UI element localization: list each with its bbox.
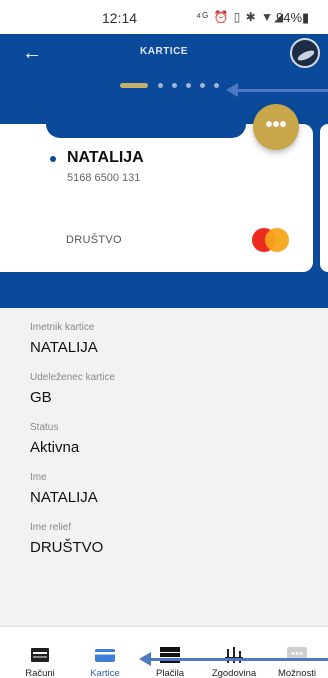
avatar[interactable] — [290, 38, 320, 68]
annotation-arrow-head — [139, 652, 151, 666]
page-title: KARTICE — [140, 46, 188, 57]
detail-value: NATALIJA — [30, 489, 98, 506]
detail-label: Ime — [30, 472, 47, 483]
pager-dot[interactable] — [214, 83, 219, 88]
detail-value: DRUŠTVO — [30, 539, 104, 556]
header: ← KARTICE NATALIJA 5168 6500 131 DRUŠTVO… — [0, 34, 328, 308]
accounts-icon — [31, 648, 49, 662]
next-card-peek[interactable] — [320, 124, 328, 272]
status-icons: ⁴ᴳ ⏰ ▯ ✱ ▼◢ — [196, 10, 285, 24]
detail-label: Ime relief — [30, 522, 72, 533]
status-bar: 12:14 ⁴ᴳ ⏰ ▯ ✱ ▼◢ 94%▮ — [0, 0, 328, 34]
card-icon — [95, 649, 115, 662]
nav-item-kartice[interactable]: Kartice — [75, 627, 135, 678]
detail-value: Aktivna — [30, 439, 80, 456]
nav-item-zgodovina[interactable]: Zgodovina — [204, 627, 264, 678]
mastercard-logo-icon — [252, 228, 292, 252]
card-more-button[interactable]: ••• — [253, 104, 299, 150]
card-details: Imetnik kartice NATALIJA Udeleženec kart… — [0, 308, 328, 626]
card-holder-name: NATALIJA — [67, 149, 144, 166]
card-number: 5168 6500 131 — [67, 172, 141, 184]
status-time: 12:14 — [102, 10, 138, 26]
nav-item-moznosti[interactable]: Možnosti — [267, 627, 327, 678]
nav-label: Plačila — [156, 668, 184, 678]
nav-label: Možnosti — [277, 668, 316, 678]
detail-status: Status Aktivna — [30, 422, 79, 456]
card-notch — [46, 124, 246, 138]
detail-label: Imetnik kartice — [30, 322, 95, 333]
pager-dot[interactable] — [200, 83, 205, 88]
nav-item-racuni[interactable]: Računi — [10, 627, 70, 678]
battery-indicator: 94%▮ — [276, 10, 310, 25]
detail-value: GB — [30, 389, 52, 406]
detail-label: Udeleženec kartice — [30, 372, 116, 383]
pager-active-indicator — [120, 83, 148, 88]
bottom-navigation: Računi Kartice Plačila Zgodovina Možnost… — [0, 626, 328, 678]
card-relief-name: DRUŠTVO — [66, 234, 122, 246]
active-card-dot — [50, 156, 56, 162]
annotation-arrow-head — [226, 83, 238, 97]
nav-label: Zgodovina — [211, 668, 257, 678]
pager-dot[interactable] — [158, 83, 163, 88]
detail-value: NATALIJA — [30, 339, 98, 356]
nav-label: Računi — [25, 668, 55, 678]
pager-dot[interactable] — [172, 83, 177, 88]
annotation-arrow-line — [150, 658, 328, 661]
annotation-arrow-line — [236, 89, 328, 92]
detail-name: Ime NATALIJA — [30, 472, 98, 506]
nav-label: Kartice — [90, 668, 120, 678]
detail-holder: Imetnik kartice NATALIJA — [30, 322, 98, 356]
detail-label: Status — [30, 422, 59, 433]
detail-relief: Ime relief DRUŠTVO — [30, 522, 103, 556]
pager-dot[interactable] — [186, 83, 191, 88]
detail-participant: Udeleženec kartice GB — [30, 372, 115, 406]
